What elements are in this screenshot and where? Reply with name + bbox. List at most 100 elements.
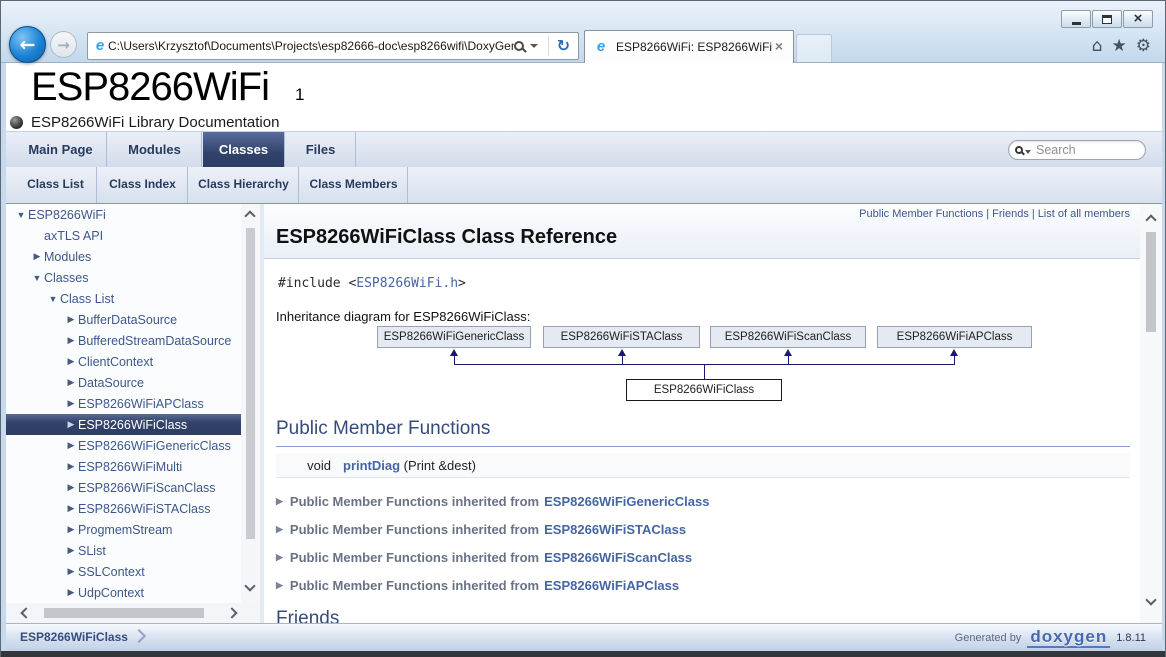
expand-arrow-icon[interactable]: [276, 524, 283, 535]
inherited-class-link[interactable]: ESP8266WiFiAPClass: [544, 578, 679, 593]
home-icon[interactable]: [1092, 36, 1103, 56]
scrollbar-thumb[interactable]: [246, 228, 255, 539]
tab-close-icon[interactable]: [773, 38, 785, 56]
search-dropdown-icon[interactable]: [1025, 150, 1031, 154]
summary-link-public-members[interactable]: Public Member Functions: [859, 208, 983, 220]
scroll-left-icon[interactable]: [20, 607, 31, 618]
search-icon[interactable]: [1015, 146, 1023, 154]
inherited-class-link[interactable]: ESP8266WiFiSTAClass: [544, 522, 686, 537]
tree-item-progmemstream[interactable]: ProgmemStream: [6, 519, 241, 540]
include-file-link[interactable]: ESP8266WiFi.h: [356, 276, 458, 291]
scrollbar-thumb[interactable]: [44, 608, 204, 618]
tree-item-label[interactable]: SSLContext: [78, 565, 145, 579]
inherited-section-genericclass[interactable]: Public Member Functions inherited fromES…: [276, 488, 709, 514]
tree-item-label[interactable]: ESP8266WiFi: [28, 208, 106, 222]
member-name-link[interactable]: printDiag: [343, 458, 400, 473]
inherited-section-staclass[interactable]: Public Member Functions inherited fromES…: [276, 516, 686, 542]
tree-expand-icon[interactable]: [64, 419, 78, 430]
tree-item-label[interactable]: BufferedStreamDataSource: [78, 334, 231, 348]
tree-item-bufferdatasource[interactable]: BufferDataSource: [6, 309, 241, 330]
tree-expand-icon[interactable]: [64, 566, 78, 577]
scrollbar-thumb[interactable]: [1146, 232, 1156, 332]
tree-item-clientcontext[interactable]: ClientContext: [6, 351, 241, 372]
doxygen-logo[interactable]: doxygen: [1027, 627, 1110, 648]
scroll-up-icon[interactable]: [244, 210, 255, 221]
tab-class-members[interactable]: Class Members: [300, 167, 408, 203]
scroll-down-icon[interactable]: [244, 580, 255, 591]
back-button[interactable]: [9, 26, 46, 63]
tree-item-classes[interactable]: Classes: [6, 267, 241, 288]
tree-item-label[interactable]: DataSource: [78, 376, 144, 390]
settings-gear-icon[interactable]: [1136, 36, 1151, 56]
inherited-class-link[interactable]: ESP8266WiFiGenericClass: [544, 494, 709, 509]
tree-expand-icon[interactable]: [64, 545, 78, 556]
scroll-right-icon[interactable]: [226, 607, 237, 618]
tree-expand-icon[interactable]: [64, 377, 78, 388]
tree-item-label[interactable]: ESP8266WiFiClass: [78, 418, 187, 432]
tree-item-label[interactable]: Modules: [44, 250, 91, 264]
tree-item-slist[interactable]: SList: [6, 540, 241, 561]
tree-expand-icon[interactable]: [64, 524, 78, 535]
tree-item-class-list[interactable]: Class List: [6, 288, 241, 309]
tree-item-esp8266wifistaclass[interactable]: ESP8266WiFiSTAClass: [6, 498, 241, 519]
tree-expand-icon[interactable]: [64, 461, 78, 472]
tree-item-esp8266wifimulti[interactable]: ESP8266WiFiMulti: [6, 456, 241, 477]
tree-expand-icon[interactable]: [64, 335, 78, 346]
address-url-input[interactable]: [108, 35, 514, 57]
tree-expand-icon[interactable]: [64, 503, 78, 514]
tree-expand-icon[interactable]: [64, 440, 78, 451]
tree-item-esp8266wifiscanclass[interactable]: ESP8266WiFiScanClass: [6, 477, 241, 498]
diagram-node-scanclass[interactable]: ESP8266WiFiScanClass: [710, 326, 866, 348]
diagram-node-genericclass[interactable]: ESP8266WiFiGenericClass: [377, 326, 531, 348]
tree-expand-icon[interactable]: [64, 356, 78, 367]
sidebar-vertical-scrollbar[interactable]: [241, 204, 260, 603]
browser-tab[interactable]: ESP8266WiFi: ESP8266WiFi...: [584, 30, 794, 63]
tree-item-label[interactable]: ESP8266WiFiSTAClass: [78, 502, 210, 516]
tree-item-label[interactable]: Classes: [44, 271, 88, 285]
expand-arrow-icon[interactable]: [276, 496, 283, 507]
minimize-button[interactable]: [1061, 10, 1091, 28]
tree-item-label[interactable]: ESP8266WiFiMulti: [78, 460, 182, 474]
diagram-node-staclass[interactable]: ESP8266WiFiSTAClass: [543, 326, 700, 348]
tree-item-label[interactable]: BufferDataSource: [78, 313, 177, 327]
address-search-icon[interactable]: [514, 41, 524, 51]
scroll-up-icon[interactable]: [1145, 214, 1156, 225]
refresh-icon[interactable]: [553, 36, 574, 56]
tree-item-label[interactable]: UdpContext: [78, 586, 144, 600]
expand-arrow-icon[interactable]: [276, 552, 283, 563]
tree-item-datasource[interactable]: DataSource: [6, 372, 241, 393]
scroll-down-icon[interactable]: [1145, 594, 1156, 605]
tree-item-label[interactable]: Class List: [60, 292, 114, 306]
tree-item-esp8266wificlass-selected[interactable]: ESP8266WiFiClass: [6, 414, 241, 435]
close-button[interactable]: [1123, 10, 1153, 28]
tab-class-index[interactable]: Class Index: [98, 167, 188, 203]
tree-collapse-icon[interactable]: [30, 273, 44, 283]
tree-item-label[interactable]: ProgmemStream: [78, 523, 172, 537]
tree-item-label[interactable]: SList: [78, 544, 106, 558]
inherited-class-link[interactable]: ESP8266WiFiScanClass: [544, 550, 692, 565]
tree-collapse-icon[interactable]: [46, 294, 60, 304]
forward-button[interactable]: [50, 31, 77, 58]
inherited-section-apclass[interactable]: Public Member Functions inherited fromES…: [276, 572, 679, 598]
address-dropdown-icon[interactable]: [530, 44, 538, 48]
tab-classes[interactable]: Classes: [203, 132, 285, 167]
inherited-section-scanclass[interactable]: Public Member Functions inherited fromES…: [276, 544, 692, 570]
tree-item-label[interactable]: ESP8266WiFiAPClass: [78, 397, 204, 411]
tab-class-hierarchy[interactable]: Class Hierarchy: [189, 167, 299, 203]
tree-collapse-icon[interactable]: [14, 210, 28, 220]
tree-item-label[interactable]: ESP8266WiFiScanClass: [78, 481, 216, 495]
tab-class-list[interactable]: Class List: [15, 167, 97, 203]
new-tab-button[interactable]: [796, 34, 832, 62]
tab-files[interactable]: Files: [286, 132, 356, 167]
maximize-button[interactable]: [1092, 10, 1122, 28]
tree-item-esp8266wifiapclass[interactable]: ESP8266WiFiAPClass: [6, 393, 241, 414]
tree-item-axtls-api[interactable]: axTLS API: [6, 225, 241, 246]
address-bar[interactable]: [87, 32, 579, 60]
tab-main-page[interactable]: Main Page: [15, 132, 107, 167]
tree-item-udpcontext[interactable]: UdpContext: [6, 582, 241, 603]
summary-link-all-members[interactable]: List of all members: [1038, 208, 1130, 220]
tree-expand-icon[interactable]: [64, 314, 78, 325]
tree-expand-icon[interactable]: [64, 587, 78, 598]
expand-arrow-icon[interactable]: [276, 580, 283, 591]
tree-item-sslcontext[interactable]: SSLContext: [6, 561, 241, 582]
